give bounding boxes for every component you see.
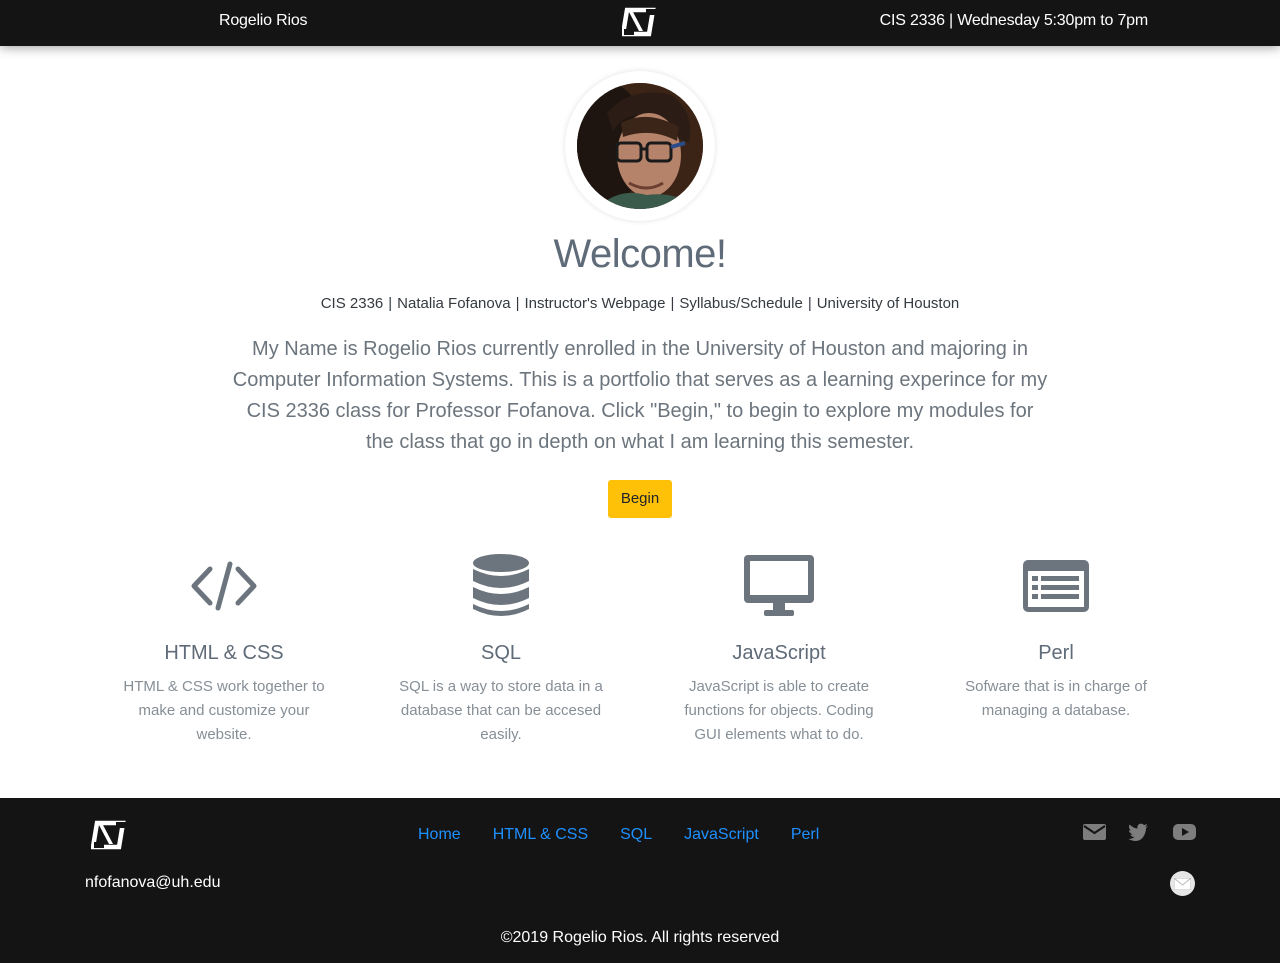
page-title: Welcome! [553, 232, 727, 276]
footer-nav: Home HTML & CSS SQL JavaScript Perl [418, 826, 819, 844]
feature-text: SQL is a way to store data in a database… [399, 678, 603, 743]
link-syllabus[interactable]: Syllabus/Schedule [679, 295, 802, 312]
twitter-icon[interactable] [1128, 822, 1151, 842]
link-instructor[interactable]: Natalia Fofanova [397, 295, 510, 312]
profile-photo [577, 83, 703, 209]
feature-title: SQL [480, 642, 522, 664]
intro-paragraph: My Name is Rogelio Rios currently enroll… [232, 338, 1048, 453]
feature-sql: SQL SQL is a way to store data in a data… [381, 548, 621, 747]
feature-perl: Perl Sofware that is in charge of managi… [936, 548, 1176, 723]
feature-html-css: HTML & CSS HTML & CSS work together to m… [104, 548, 344, 747]
feature-title: JavaScript [732, 642, 826, 664]
desktop-icon [659, 548, 899, 624]
feature-title: HTML & CSS [164, 642, 284, 664]
footer: Home HTML & CSS SQL JavaScript Perl nfof… [0, 798, 1280, 963]
begin-button[interactable]: Begin [608, 480, 672, 518]
copyright-text: ©2019 Rogelio Rios. All rights reserved [500, 929, 780, 946]
link-course-code[interactable]: CIS 2336 [321, 295, 384, 312]
footer-link-perl[interactable]: Perl [791, 826, 819, 844]
mail-round-icon[interactable] [1170, 871, 1195, 896]
envelope-icon[interactable] [1083, 822, 1106, 842]
link-university[interactable]: University of Houston [817, 295, 960, 312]
feature-title: Perl [1038, 642, 1074, 664]
youtube-icon[interactable] [1173, 822, 1196, 842]
separator: | [515, 295, 520, 312]
site-owner-name[interactable]: Rogelio Rios [219, 12, 308, 30]
top-navbar: Rogelio Rios CIS 2336 | Wednesday 5:30pm… [0, 0, 1280, 46]
class-schedule: CIS 2336 | Wednesday 5:30pm to 7pm [879, 12, 1149, 29]
avatar-frame [565, 71, 715, 221]
feature-text: HTML & CSS work together to make and cus… [123, 678, 325, 743]
list-alt-icon [936, 548, 1176, 624]
footer-link-javascript[interactable]: JavaScript [684, 826, 759, 844]
separator: | [807, 295, 812, 312]
link-instructor-webpage[interactable]: Instructor's Webpage [524, 295, 665, 312]
brand-logo-icon[interactable] [620, 7, 658, 37]
footer-link-home[interactable]: Home [418, 826, 461, 844]
feature-javascript: JavaScript JavaScript is able to create … [659, 548, 899, 747]
separator: | [670, 295, 675, 312]
footer-link-html-css[interactable]: HTML & CSS [493, 826, 588, 844]
contact-email[interactable]: nfofanova@uh.edu [85, 874, 220, 892]
social-links [1083, 822, 1196, 842]
footer-link-sql[interactable]: SQL [620, 826, 652, 844]
footer-logo-icon[interactable] [90, 820, 129, 850]
code-icon [104, 548, 344, 624]
course-links: CIS 2336 | Natalia Fofanova | Instructor's W… [0, 295, 1280, 312]
separator: | [388, 295, 393, 312]
feature-text: JavaScript is able to create functions f… [684, 678, 874, 743]
database-icon [381, 548, 621, 624]
feature-text: Sofware that is in charge of managing a … [965, 678, 1147, 719]
